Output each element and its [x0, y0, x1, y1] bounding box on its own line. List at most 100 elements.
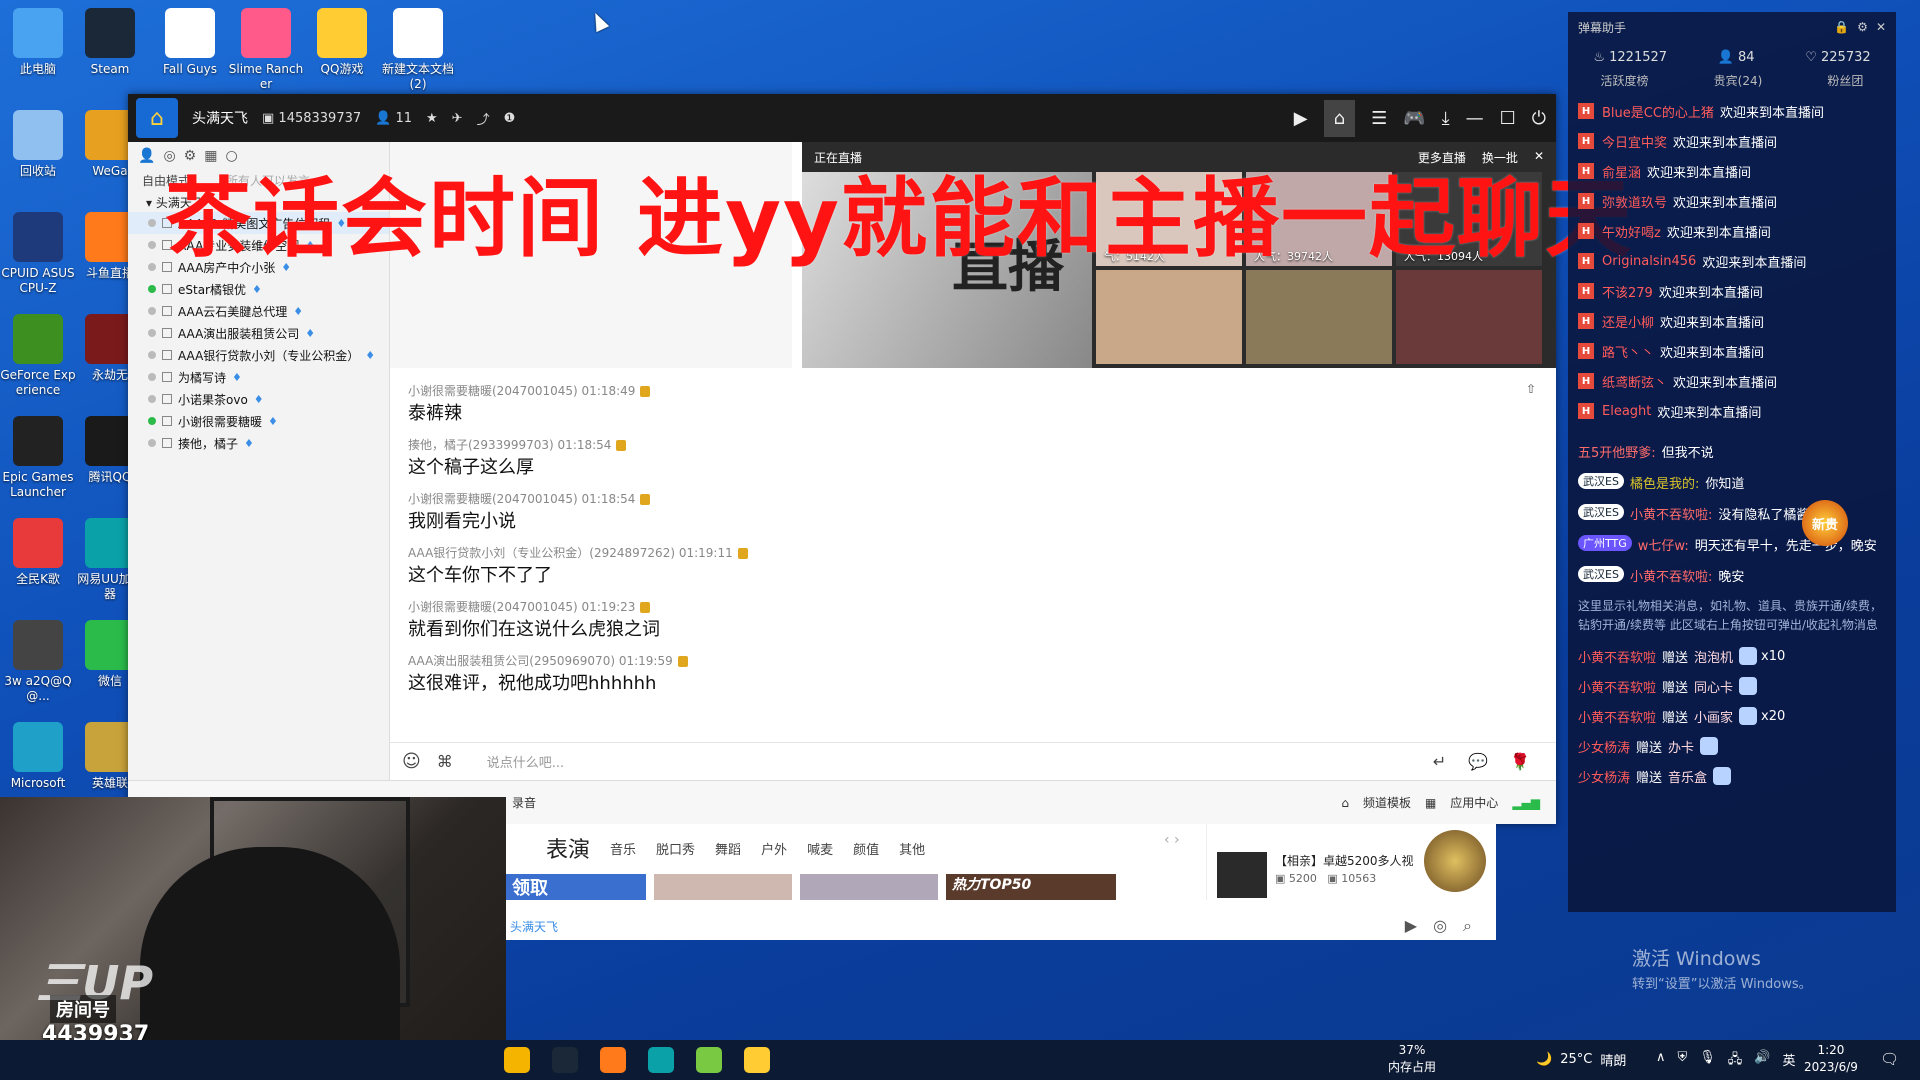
video-icon[interactable]: ▶: [1405, 916, 1417, 936]
chrome-icon[interactable]: [504, 1047, 530, 1073]
clock[interactable]: 1:20 2023/6/9: [1804, 1042, 1858, 1076]
category-tab[interactable]: 喊麦: [807, 839, 833, 858]
welcome-user[interactable]: 俞星涵: [1602, 162, 1641, 181]
user-icon[interactable]: 👤: [138, 148, 155, 164]
hot-top-thumb[interactable]: 热力TOP50: [946, 874, 1116, 900]
app-center-button[interactable]: 应用中心: [1450, 794, 1498, 811]
lock-icon[interactable]: 🔒: [1834, 20, 1849, 34]
minimize-icon[interactable]: —: [1466, 108, 1484, 129]
checkbox[interactable]: [162, 284, 172, 294]
welcome-user[interactable]: Eleaght: [1602, 404, 1651, 419]
home-tab-icon[interactable]: ⌂: [1323, 99, 1356, 137]
chat-user[interactable]: 小黄不吞软啦:: [1630, 504, 1712, 523]
live-thumb[interactable]: [1246, 270, 1392, 364]
welcome-user[interactable]: Blue是CC的心上猪: [1602, 102, 1714, 121]
chevron-up-icon[interactable]: ∧: [1656, 1050, 1666, 1072]
claim-thumb[interactable]: 领取: [506, 874, 646, 900]
welcome-user[interactable]: 今日宜中奖: [1602, 132, 1667, 151]
chat-user[interactable]: 橘色是我的:: [1630, 473, 1699, 492]
share-icon[interactable]: ⤴: [477, 109, 490, 128]
yy-icon[interactable]: [696, 1047, 722, 1073]
network-icon[interactable]: 🖧: [1728, 1050, 1743, 1072]
video-icon[interactable]: ▶: [1294, 108, 1308, 129]
desktop-icon[interactable]: GeForce Experience: [0, 314, 76, 398]
welcome-user[interactable]: Originalsin456: [1602, 254, 1696, 269]
chat-user[interactable]: 小黄不吞软啦:: [1630, 566, 1712, 585]
shield-icon[interactable]: ⛨: [1678, 1050, 1688, 1072]
steam-icon[interactable]: [552, 1047, 578, 1073]
flower-icon[interactable]: 🌹: [1510, 752, 1530, 771]
channel-template-button[interactable]: 频道模板: [1363, 794, 1411, 811]
checkbox[interactable]: [162, 350, 172, 360]
channel-member[interactable]: AAA银行贷款小刘（专业公积金） ♦: [128, 344, 389, 366]
category-tab[interactable]: 音乐: [610, 839, 636, 858]
gift-user[interactable]: 小黄不吞软啦: [1578, 677, 1656, 696]
tab-vip[interactable]: 贵宾(24): [1714, 72, 1763, 96]
uu-icon[interactable]: [648, 1047, 674, 1073]
welcome-user[interactable]: 不该279: [1602, 282, 1653, 301]
welcome-user[interactable]: 路飞丶丶: [1602, 342, 1654, 361]
category-tab[interactable]: 舞蹈: [715, 839, 741, 858]
category-tab[interactable]: 户外: [761, 839, 787, 858]
message-user[interactable]: 小谢很需要糖暖(2047001045): [408, 384, 578, 398]
desktop-icon[interactable]: Epic Games Launcher: [0, 416, 76, 500]
maximize-icon[interactable]: ☐: [1500, 108, 1516, 129]
info-icon[interactable]: ❶: [504, 111, 516, 126]
checkbox[interactable]: [162, 328, 172, 338]
recommend-room-card[interactable]: 【相亲】卓越5200多人视 ▣ 5200 ▣ 10563: [1206, 824, 1496, 900]
channel-member[interactable]: eStar橘银优 ♦: [128, 278, 389, 300]
desktop-icon[interactable]: 回收站: [0, 110, 76, 179]
desktop-icon[interactable]: Slime Rancher: [228, 8, 304, 92]
plane-icon[interactable]: ✈: [452, 111, 463, 126]
close-icon[interactable]: ✕: [1876, 20, 1886, 34]
desktop-icon[interactable]: Microsoft: [0, 722, 76, 791]
gift-user[interactable]: 少女杨涛: [1578, 737, 1630, 756]
douyu-icon[interactable]: [600, 1047, 626, 1073]
channel-member[interactable]: AAA演出服装租赁公司 ♦: [128, 322, 389, 344]
sticker-icon[interactable]: ⌘: [437, 752, 453, 771]
favorite-star-icon[interactable]: ★: [426, 111, 438, 126]
message-user[interactable]: 小谢很需要糖暖(2047001045): [408, 600, 578, 614]
gamepad-icon[interactable]: 🎮: [1403, 108, 1425, 129]
checkbox[interactable]: [162, 438, 172, 448]
yy-titlebar[interactable]: ⌂ 头满天飞 ▣ 1458339737 👤 11 ★ ✈ ⤴ ❶ ▶ ⌂ ☰ 🎮…: [128, 94, 1556, 142]
channel-member[interactable]: 揍他，橘子 ♦: [128, 432, 389, 454]
message-user[interactable]: 小谢很需要糖暖(2047001045): [408, 492, 578, 506]
power-icon[interactable]: ⏻: [1532, 108, 1546, 129]
emoji-icon[interactable]: ☺: [402, 751, 421, 772]
gift-user[interactable]: 小黄不吞软啦: [1578, 647, 1656, 666]
welcome-user[interactable]: 弥敦道玖号: [1602, 192, 1667, 211]
desktop-icon[interactable]: 3w a2Q@Q@...: [0, 620, 76, 704]
yy-home-icon[interactable]: ⌂: [136, 98, 178, 138]
checkbox[interactable]: [162, 416, 172, 426]
channel-member[interactable]: AAA云石美腱总代理 ♦: [128, 300, 389, 322]
chat-user[interactable]: 五5开他野爹:: [1578, 442, 1656, 461]
live-thumb[interactable]: [654, 874, 792, 900]
chat-input[interactable]: 说点什么吧...: [487, 752, 564, 771]
enter-icon[interactable]: ↵: [1433, 752, 1446, 771]
settings-icon[interactable]: ◎: [1433, 916, 1447, 936]
desktop-icon[interactable]: Fall Guys: [152, 8, 228, 77]
live-thumb[interactable]: [1096, 270, 1242, 364]
channel-member[interactable]: 小诺果茶ovo ♦: [128, 388, 389, 410]
gift-user[interactable]: 少女杨涛: [1578, 767, 1630, 786]
desktop-icon[interactable]: Steam: [72, 8, 148, 77]
category-tab[interactable]: 其他: [899, 839, 925, 858]
channel-member[interactable]: 小谢很需要糖暖 ♦: [128, 410, 389, 432]
chat-user[interactable]: w七仔w:: [1638, 535, 1689, 554]
search-icon[interactable]: ⌕: [1463, 916, 1472, 936]
welcome-user[interactable]: 午劝好喝z: [1602, 222, 1661, 241]
pager-arrows[interactable]: ‹ ›: [1164, 832, 1180, 848]
mic-icon[interactable]: 🎙: [1699, 1050, 1716, 1072]
gift-user[interactable]: 小黄不吞软啦: [1578, 707, 1656, 726]
desktop-icon[interactable]: QQ游戏: [304, 8, 380, 77]
message-user[interactable]: AAA银行贷款小刘（专业公积金）(2924897262): [408, 546, 675, 560]
channel-member[interactable]: 为橘写诗 ♦: [128, 366, 389, 388]
gear-icon[interactable]: ⚙: [1857, 20, 1868, 34]
live-thumb[interactable]: [800, 874, 938, 900]
ime-indicator[interactable]: 英: [1782, 1050, 1795, 1072]
system-tray[interactable]: ∧ ⛨ 🎙 🖧 🔊 英: [1656, 1050, 1796, 1072]
notification-icon[interactable]: 🗨: [1880, 1050, 1899, 1068]
category-tab[interactable]: 脱口秀: [656, 839, 695, 858]
weather-widget[interactable]: 🌙 25°C 晴朗: [1536, 1050, 1626, 1069]
